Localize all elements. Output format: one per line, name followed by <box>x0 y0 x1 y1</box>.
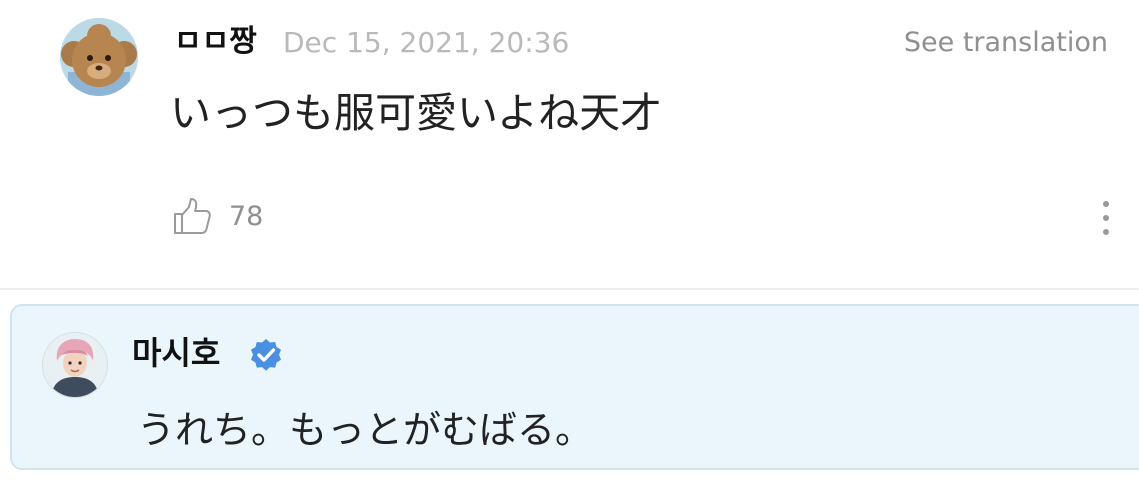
comment-timestamp: Dec 15, 2021, 20:36 <box>283 26 570 59</box>
comment-divider <box>0 288 1139 290</box>
commenter-username[interactable]: ㅁㅁ짱 <box>174 22 257 62</box>
see-translation-link[interactable]: See translation <box>904 24 1108 62</box>
reply-text: うれち。もっとがむばる。 <box>137 408 594 452</box>
verified-badge-icon <box>251 339 281 371</box>
replier-avatar[interactable] <box>42 332 108 398</box>
more-vertical-icon <box>1103 201 1109 235</box>
comment: ㅁㅁ짱 Dec 15, 2021, 20:36 See translation … <box>0 0 1139 288</box>
verified-badge <box>248 337 284 373</box>
like-button[interactable] <box>172 196 212 236</box>
thumbs-up-icon <box>174 198 211 234</box>
artist-avatar-icon <box>43 333 107 397</box>
like-count: 78 <box>229 201 264 232</box>
commenter-avatar[interactable] <box>60 18 138 96</box>
teddy-bear-avatar-icon <box>60 18 138 96</box>
artist-reply: 마시호 うれち。もっとがむばる。 <box>10 304 1139 470</box>
replier-username[interactable]: 마시호 <box>132 332 220 374</box>
comment-text: いっつも服可愛いよね天才 <box>170 89 662 137</box>
more-options-button[interactable] <box>1094 198 1118 238</box>
